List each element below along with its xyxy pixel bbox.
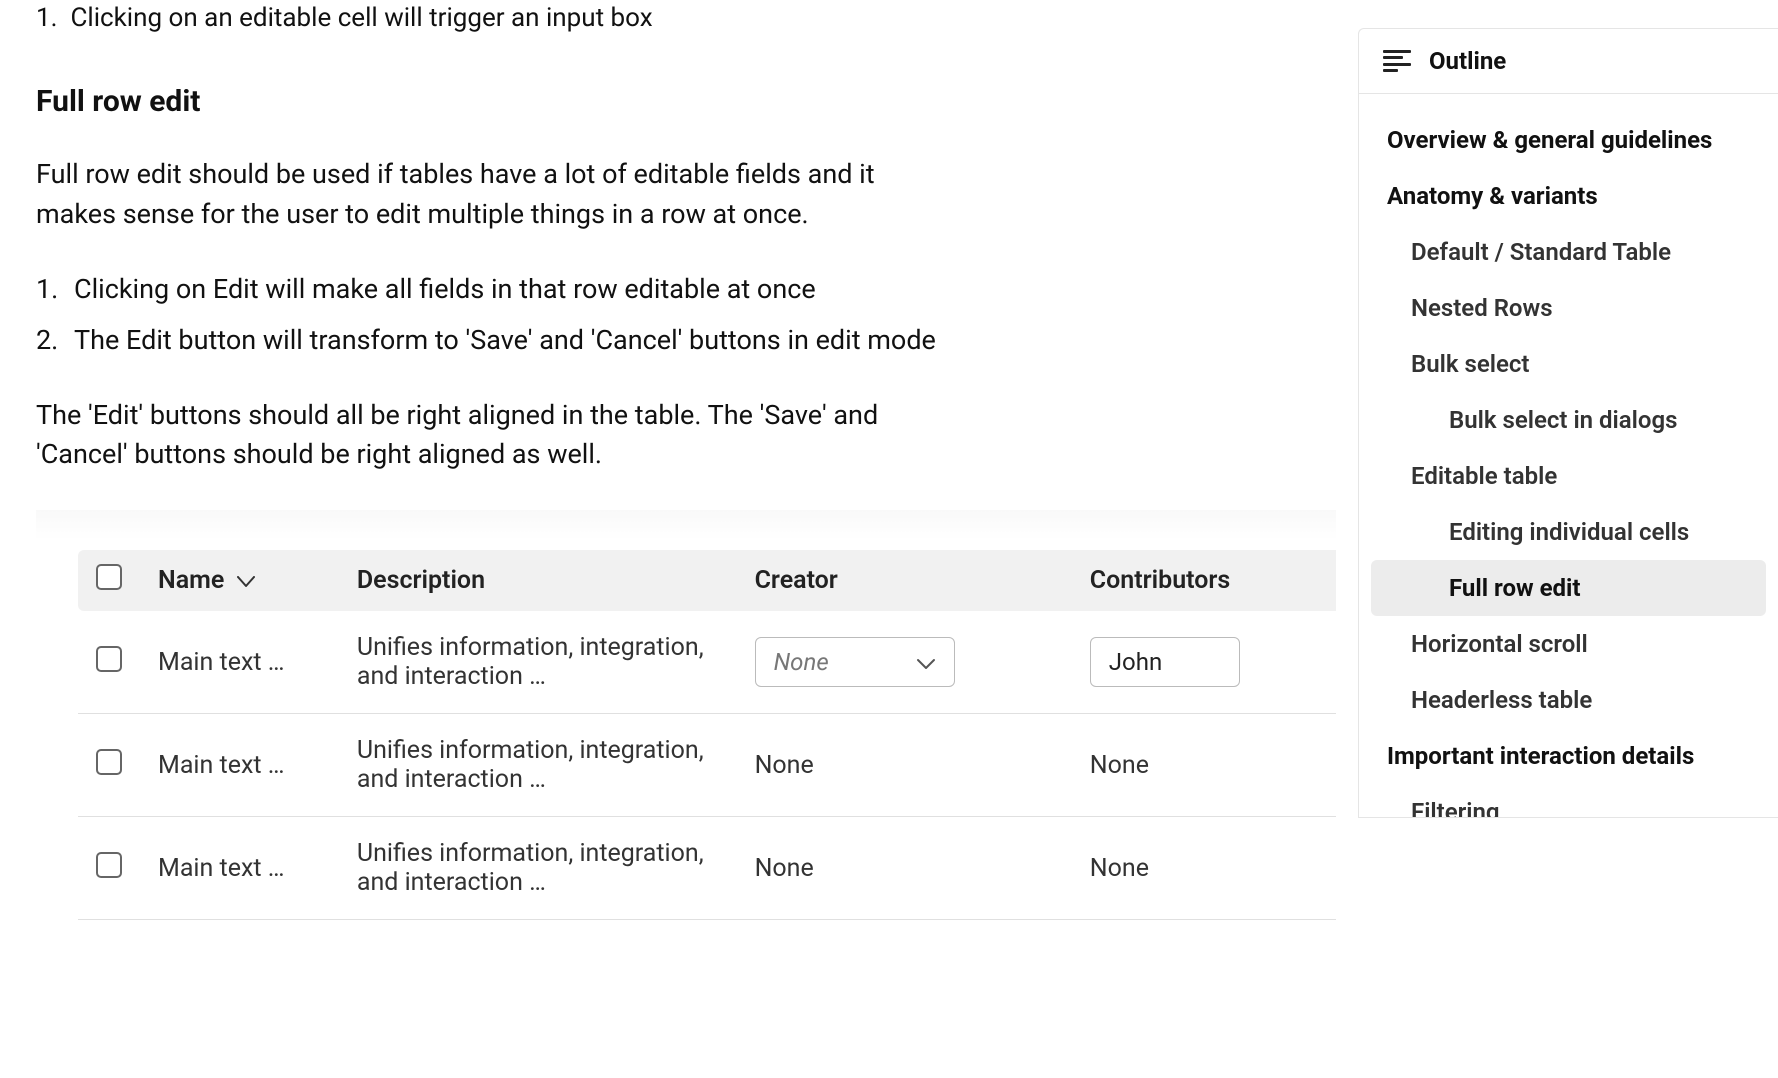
row-checkbox[interactable] [96, 749, 122, 775]
description-cell[interactable]: Unifies information, integration, and in… [339, 611, 737, 714]
outline-list: Overview & general guidelinesAnatomy & v… [1359, 94, 1778, 818]
chevron-down-icon [916, 648, 936, 676]
creator-select-value: None [774, 648, 829, 676]
step-item: 1. Clicking on Edit will make all fields… [74, 270, 936, 309]
step-text: The Edit button will transform to 'Save'… [74, 324, 936, 356]
prior-list-marker: 1. [36, 0, 64, 36]
outline-item[interactable]: Default / Standard Table [1371, 224, 1766, 280]
outline-panel: Outline Overview & general guidelinesAna… [1358, 28, 1778, 818]
step-item: 2. The Edit button will transform to 'Sa… [74, 321, 936, 360]
chevron-down-icon [237, 566, 255, 595]
steps-list: 1. Clicking on Edit will make all fields… [36, 270, 936, 360]
row-checkbox[interactable] [96, 646, 122, 672]
outline-item[interactable]: Overview & general guidelines [1371, 112, 1766, 168]
example-table-wrap: Name Description Creator Contributors Ma… [36, 510, 1336, 920]
header-name-label: Name [158, 566, 224, 595]
step-text: Clicking on Edit will make all fields in… [74, 273, 816, 305]
outline-item[interactable]: Horizontal scroll [1371, 616, 1766, 672]
outline-title: Outline [1429, 47, 1506, 75]
prior-list-text: Clicking on an editable cell will trigge… [70, 3, 652, 33]
header-name[interactable]: Name [140, 550, 339, 611]
table-row: Main text … Unifies information, integra… [78, 714, 1336, 817]
step-marker: 1. [36, 270, 58, 309]
outline-item[interactable]: Nested Rows [1371, 280, 1766, 336]
step-marker: 2. [36, 321, 58, 360]
header-contributors[interactable]: Contributors [1072, 550, 1336, 611]
header-description[interactable]: Description [339, 550, 737, 611]
contributors-input-value: John [1109, 648, 1162, 676]
outline-item[interactable]: Bulk select in dialogs [1371, 392, 1766, 448]
creator-cell[interactable]: None [737, 714, 1072, 817]
prior-list-item: 1. Clicking on an editable cell will tri… [36, 0, 936, 36]
outline-item[interactable]: Anatomy & variants [1371, 168, 1766, 224]
description-cell[interactable]: Unifies information, integration, and in… [339, 817, 737, 920]
header-creator[interactable]: Creator [737, 550, 1072, 611]
outline-item[interactable]: Headerless table [1371, 672, 1766, 728]
outline-item[interactable]: Editing individual cells [1371, 504, 1766, 560]
section-heading-full-row-edit: Full row edit [36, 84, 936, 119]
intro-paragraph: Full row edit should be used if tables h… [36, 155, 936, 233]
contributors-cell[interactable]: None [1072, 817, 1336, 920]
outline-item[interactable]: Important interaction details [1371, 728, 1766, 784]
outline-header: Outline [1359, 29, 1778, 94]
row-checkbox[interactable] [96, 852, 122, 878]
outline-item[interactable]: Full row edit [1371, 560, 1766, 616]
name-cell[interactable]: Main text … [140, 611, 339, 714]
creator-cell[interactable]: None [737, 817, 1072, 920]
creator-select[interactable]: None [755, 637, 955, 687]
select-all-checkbox[interactable] [96, 564, 122, 590]
outline-icon [1383, 50, 1411, 72]
name-cell[interactable]: Main text … [140, 817, 339, 920]
outline-item[interactable]: Editable table [1371, 448, 1766, 504]
contributors-input[interactable]: John [1090, 637, 1240, 687]
outline-item[interactable]: Filtering [1371, 784, 1766, 818]
header-checkbox-cell [78, 550, 140, 611]
table-header-row: Name Description Creator Contributors [78, 550, 1336, 611]
outline-item[interactable]: Bulk select [1371, 336, 1766, 392]
table-row: Main text … Unifies information, integra… [78, 611, 1336, 714]
alignment-paragraph: The 'Edit' buttons should all be right a… [36, 396, 936, 474]
contributors-cell[interactable]: None [1072, 714, 1336, 817]
table-row: Main text … Unifies information, integra… [78, 817, 1336, 920]
example-table: Name Description Creator Contributors Ma… [78, 550, 1336, 920]
name-cell[interactable]: Main text … [140, 714, 339, 817]
description-cell[interactable]: Unifies information, integration, and in… [339, 714, 737, 817]
main-content: 1. Clicking on an editable cell will tri… [36, 0, 936, 920]
